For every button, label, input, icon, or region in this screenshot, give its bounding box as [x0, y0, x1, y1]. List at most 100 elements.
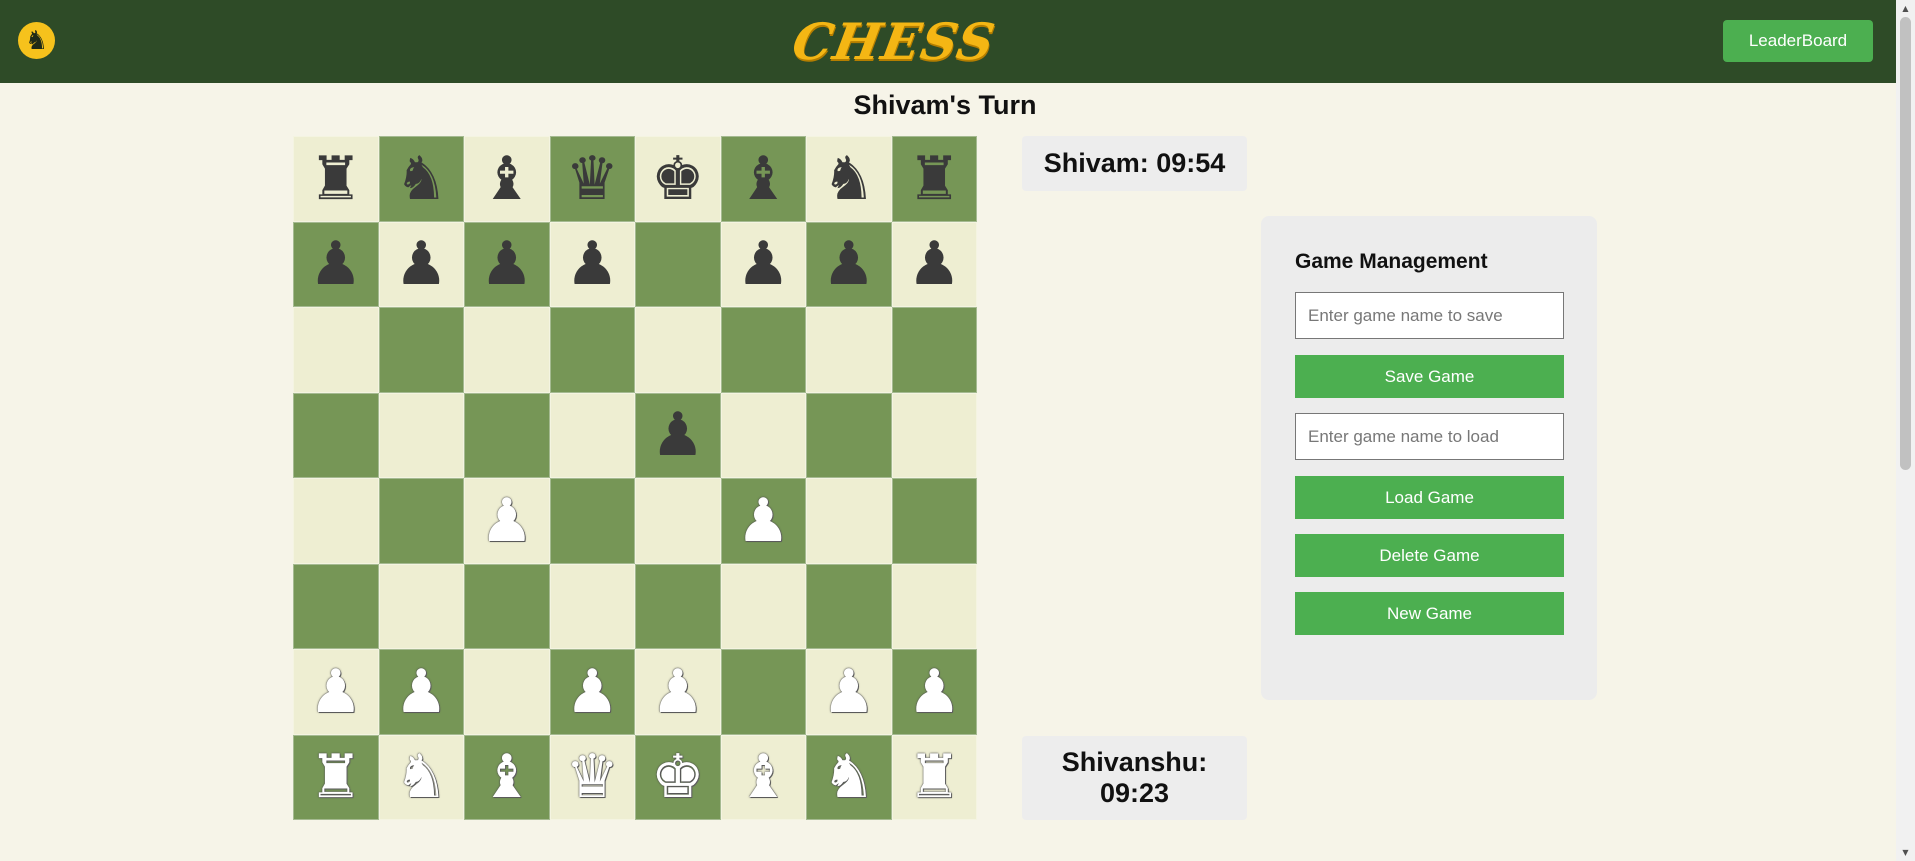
white-pawn-icon[interactable]: ♟ [822, 662, 876, 722]
square-b2[interactable]: ♟ [378, 649, 464, 735]
square-h6[interactable] [891, 307, 977, 393]
white-pawn-icon[interactable]: ♟ [480, 491, 534, 551]
square-d4[interactable] [549, 478, 635, 564]
square-d6[interactable] [549, 307, 635, 393]
square-c6[interactable] [464, 307, 550, 393]
square-a4[interactable] [293, 478, 379, 564]
square-c1[interactable]: ♝ [464, 734, 550, 820]
square-b6[interactable] [378, 307, 464, 393]
square-h3[interactable] [891, 563, 977, 649]
square-d8[interactable]: ♛ [549, 136, 635, 222]
square-e1[interactable]: ♚ [635, 734, 721, 820]
black-pawn-icon[interactable]: ♟ [822, 234, 876, 294]
square-f8[interactable]: ♝ [720, 136, 806, 222]
black-bishop-icon[interactable]: ♝ [480, 149, 534, 209]
white-pawn-icon[interactable]: ♟ [565, 662, 619, 722]
square-f6[interactable] [720, 307, 806, 393]
white-knight-icon[interactable]: ♞ [822, 747, 876, 807]
black-pawn-icon[interactable]: ♟ [480, 234, 534, 294]
square-e2[interactable]: ♟ [635, 649, 721, 735]
leaderboard-button[interactable]: LeaderBoard [1723, 20, 1873, 62]
scroll-down-arrow-icon[interactable]: ▼ [1896, 844, 1915, 861]
square-h5[interactable] [891, 392, 977, 478]
square-a6[interactable] [293, 307, 379, 393]
square-f3[interactable] [720, 563, 806, 649]
square-e3[interactable] [635, 563, 721, 649]
load-game-button[interactable]: Load Game [1295, 476, 1564, 519]
square-h8[interactable]: ♜ [891, 136, 977, 222]
square-a2[interactable]: ♟ [293, 649, 379, 735]
square-f7[interactable]: ♟ [720, 221, 806, 307]
square-g7[interactable]: ♟ [806, 221, 892, 307]
black-bishop-icon[interactable]: ♝ [736, 149, 790, 209]
square-a7[interactable]: ♟ [293, 221, 379, 307]
load-game-name-input[interactable] [1295, 413, 1564, 460]
scrollbar-thumb[interactable] [1900, 17, 1911, 470]
black-rook-icon[interactable]: ♜ [309, 149, 363, 209]
black-knight-icon[interactable]: ♞ [822, 149, 876, 209]
square-d2[interactable]: ♟ [549, 649, 635, 735]
save-game-name-input[interactable] [1295, 292, 1564, 339]
square-a1[interactable]: ♜ [293, 734, 379, 820]
square-g4[interactable] [806, 478, 892, 564]
square-d3[interactable] [549, 563, 635, 649]
black-queen-icon[interactable]: ♛ [565, 149, 619, 209]
black-pawn-icon[interactable]: ♟ [736, 234, 790, 294]
white-rook-icon[interactable]: ♜ [309, 747, 363, 807]
square-h4[interactable] [891, 478, 977, 564]
square-f5[interactable] [720, 392, 806, 478]
black-knight-icon[interactable]: ♞ [394, 149, 448, 209]
square-c5[interactable] [464, 392, 550, 478]
square-b5[interactable] [378, 392, 464, 478]
square-a8[interactable]: ♜ [293, 136, 379, 222]
white-pawn-icon[interactable]: ♟ [394, 662, 448, 722]
square-f4[interactable]: ♟ [720, 478, 806, 564]
square-d1[interactable]: ♛ [549, 734, 635, 820]
square-g2[interactable]: ♟ [806, 649, 892, 735]
square-g3[interactable] [806, 563, 892, 649]
square-d7[interactable]: ♟ [549, 221, 635, 307]
save-game-button[interactable]: Save Game [1295, 355, 1564, 398]
black-rook-icon[interactable]: ♜ [907, 149, 961, 209]
square-e6[interactable] [635, 307, 721, 393]
square-g1[interactable]: ♞ [806, 734, 892, 820]
white-pawn-icon[interactable]: ♟ [309, 662, 363, 722]
white-rook-icon[interactable]: ♜ [907, 747, 961, 807]
square-b4[interactable] [378, 478, 464, 564]
square-h2[interactable]: ♟ [891, 649, 977, 735]
black-pawn-icon[interactable]: ♟ [651, 405, 705, 465]
square-e5[interactable]: ♟ [635, 392, 721, 478]
square-g8[interactable]: ♞ [806, 136, 892, 222]
square-e4[interactable] [635, 478, 721, 564]
black-pawn-icon[interactable]: ♟ [394, 234, 448, 294]
square-h1[interactable]: ♜ [891, 734, 977, 820]
square-a3[interactable] [293, 563, 379, 649]
white-knight-icon[interactable]: ♞ [394, 747, 448, 807]
black-king-icon[interactable]: ♚ [651, 149, 705, 209]
scroll-up-arrow-icon[interactable]: ▲ [1896, 0, 1915, 17]
white-queen-icon[interactable]: ♛ [565, 747, 619, 807]
white-pawn-icon[interactable]: ♟ [651, 662, 705, 722]
square-b7[interactable]: ♟ [378, 221, 464, 307]
square-g6[interactable] [806, 307, 892, 393]
delete-game-button[interactable]: Delete Game [1295, 534, 1564, 577]
square-c2[interactable] [464, 649, 550, 735]
square-e7[interactable] [635, 221, 721, 307]
square-c8[interactable]: ♝ [464, 136, 550, 222]
black-pawn-icon[interactable]: ♟ [309, 234, 363, 294]
square-f1[interactable]: ♝ [720, 734, 806, 820]
black-pawn-icon[interactable]: ♟ [907, 234, 961, 294]
square-e8[interactable]: ♚ [635, 136, 721, 222]
knight-logo-icon[interactable]: ♞ [18, 22, 55, 59]
white-pawn-icon[interactable]: ♟ [736, 491, 790, 551]
square-c4[interactable]: ♟ [464, 478, 550, 564]
square-b8[interactable]: ♞ [378, 136, 464, 222]
square-d5[interactable] [549, 392, 635, 478]
white-king-icon[interactable]: ♚ [651, 747, 705, 807]
white-bishop-icon[interactable]: ♝ [736, 747, 790, 807]
scrollbar[interactable]: ▲ ▼ [1896, 0, 1915, 861]
black-pawn-icon[interactable]: ♟ [565, 234, 619, 294]
square-g5[interactable] [806, 392, 892, 478]
white-bishop-icon[interactable]: ♝ [480, 747, 534, 807]
square-b3[interactable] [378, 563, 464, 649]
